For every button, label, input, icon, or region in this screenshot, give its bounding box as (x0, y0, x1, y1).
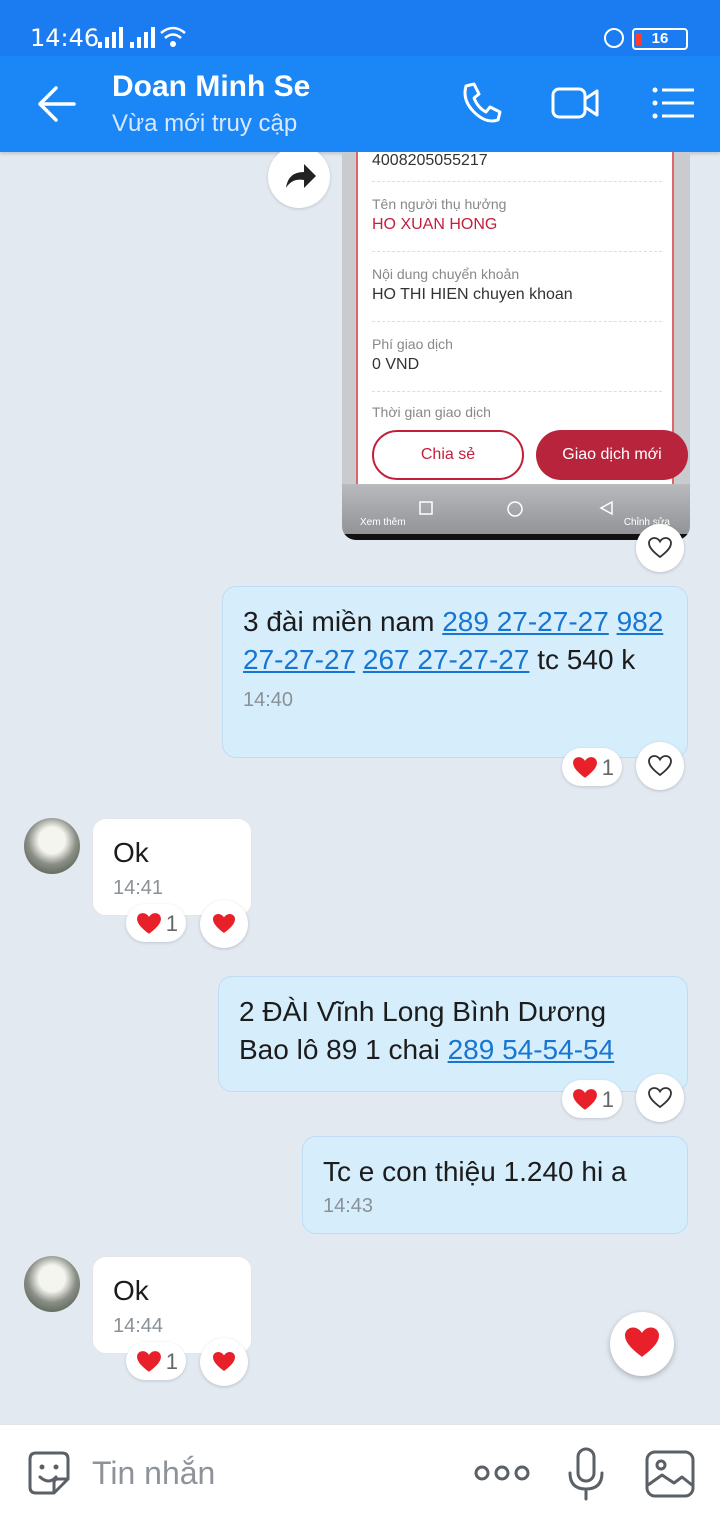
contact-name[interactable]: Doan Minh Se (112, 70, 310, 104)
fee-label: Phí giao dịch (372, 336, 453, 352)
battery-icon: 16 (632, 28, 688, 50)
reaction-count[interactable]: 1 (126, 1342, 186, 1380)
message-time: 14:43 (323, 1195, 374, 1217)
message-text: Bao lô 89 1 chai 289 54-54-54 (239, 1034, 615, 1065)
share-button: Chia sẻ (372, 430, 524, 480)
heart-icon (213, 1352, 235, 1371)
phone-link[interactable]: 289 54-54-54 (448, 1034, 615, 1065)
receipt-image[interactable]: 4008205055217 Tên người thụ hưởng HO XUA… (342, 152, 690, 540)
status-time: 14:46 (30, 24, 100, 52)
heart-icon (573, 757, 597, 778)
message-bubble-outgoing[interactable]: 3 đài miền nam 289 27-27-27 982 27-27-27… (222, 586, 688, 758)
message-text: 2 ĐÀI Vĩnh Long Bình Dương (239, 996, 607, 1027)
account-number: 4008205055217 (372, 152, 488, 169)
sticker-icon[interactable] (24, 1449, 74, 1499)
message-input-bar: Tin nhắn (0, 1424, 720, 1520)
react-heart-button[interactable] (636, 742, 684, 790)
rotation-lock-icon (604, 28, 624, 48)
message-time: 14:41 (113, 877, 164, 899)
message-text: Ok (113, 837, 149, 868)
phone-icon[interactable] (456, 78, 506, 128)
square-icon (419, 501, 433, 515)
fee-value: 0 VND (372, 356, 420, 373)
heart-outline-icon (648, 755, 672, 777)
forward-button[interactable] (268, 152, 330, 208)
new-transaction-button: Giao dịch mới (536, 430, 688, 480)
signal-icon (98, 27, 123, 48)
transaction-time-label: Thời gian giao dịch (372, 404, 491, 420)
receipt-nav-bar: Xem thêm Chỉnh sửa (342, 484, 690, 540)
video-call-icon[interactable] (550, 78, 600, 128)
image-gallery-icon[interactable] (644, 1449, 696, 1499)
microphone-icon[interactable] (564, 1447, 608, 1503)
chat-header: Doan Minh Se Vừa mới truy cập (0, 56, 720, 152)
forward-icon (286, 164, 316, 188)
message-bubble-outgoing[interactable]: 2 ĐÀI Vĩnh Long Bình Dương Bao lô 89 1 c… (218, 976, 688, 1092)
beneficiary-value: HO XUAN HONG (372, 216, 498, 233)
menu-list-icon[interactable] (648, 78, 698, 128)
heart-icon (137, 1351, 161, 1372)
reaction-count[interactable]: 1 (562, 1080, 622, 1118)
phone-link[interactable]: 267 27-27-27 (363, 644, 530, 675)
quick-react-button[interactable] (610, 1312, 674, 1376)
message-list[interactable]: 4008205055217 Tên người thụ hưởng HO XUA… (0, 152, 720, 1424)
contact-status: Vừa mới truy cập (112, 110, 298, 137)
beneficiary-label: Tên người thụ hưởng (372, 196, 507, 212)
receipt-card: 4008205055217 Tên người thụ hưởng HO XUA… (356, 152, 688, 488)
back-arrow-icon[interactable] (26, 74, 86, 134)
wifi-icon (160, 26, 186, 47)
message-text: Tc e con thiệu 1.240 hi a (323, 1156, 627, 1187)
heart-icon (573, 1089, 597, 1110)
status-bar: 14:46 16 (0, 0, 720, 56)
react-heart-button[interactable] (636, 1074, 684, 1122)
phone-link[interactable]: 289 27-27-27 (442, 606, 609, 637)
message-bubble-outgoing[interactable]: Tc e con thiệu 1.240 hi a 14:43 (302, 1136, 688, 1234)
message-input[interactable]: Tin nhắn (92, 1455, 215, 1492)
react-heart-button[interactable] (200, 1338, 248, 1386)
heart-icon (625, 1327, 659, 1357)
signal-icon-2 (130, 27, 155, 48)
avatar[interactable] (24, 818, 80, 874)
reaction-count[interactable]: 1 (562, 748, 622, 786)
heart-outline-icon (648, 1087, 672, 1109)
message-time: 14:40 (243, 689, 294, 711)
transfer-content-label: Nội dung chuyển khoản (372, 266, 520, 282)
heart-icon (213, 914, 235, 933)
message-text: Ok (113, 1275, 149, 1306)
transfer-content-value: HO THI HIEN chuyen khoan (372, 286, 573, 303)
react-heart-button[interactable] (200, 900, 248, 948)
more-options-icon[interactable] (474, 1461, 530, 1485)
reaction-count[interactable]: 1 (126, 904, 186, 942)
triangle-back-icon (599, 500, 613, 516)
heart-outline-icon (648, 537, 672, 559)
avatar[interactable] (24, 1256, 80, 1312)
circle-icon (507, 501, 523, 517)
message-time: 14:44 (113, 1315, 164, 1337)
heart-icon (137, 913, 161, 934)
react-heart-button[interactable] (636, 524, 684, 572)
more-label: Xem thêm (360, 517, 406, 528)
message-text: 3 đài miền nam 289 27-27-27 982 27-27-27… (243, 606, 664, 675)
